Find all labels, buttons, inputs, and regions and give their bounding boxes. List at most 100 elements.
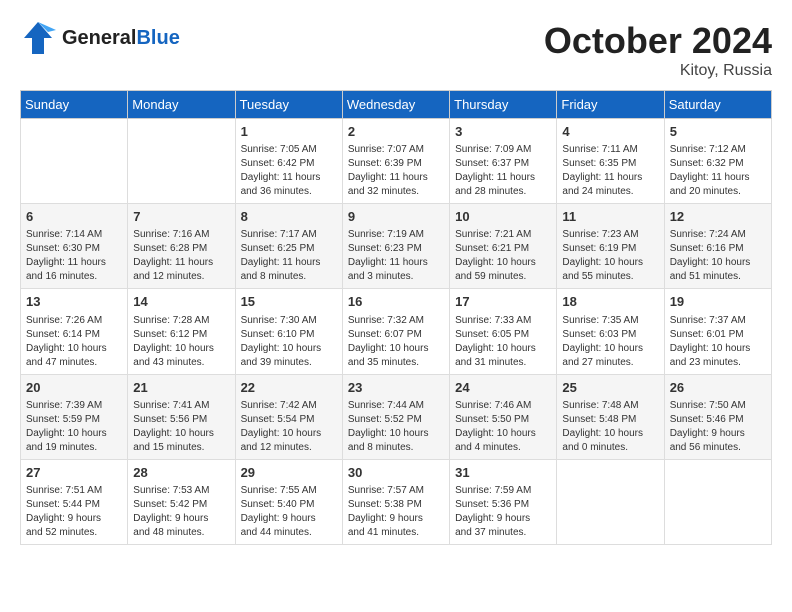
calendar-cell: 5 Sunrise: 7:12 AM Sunset: 6:32 PM Daylig… — [664, 119, 771, 204]
calendar-cell: 29Sunrise: 7:55 AM Sunset: 5:40 PM Dayli… — [235, 459, 342, 544]
calendar-cell: 30 Sunrise: 7:57 AM Sunset: 5:38 PM Dayli… — [342, 459, 449, 544]
calendar-cell — [664, 459, 771, 544]
logo-text-block: GeneralBlue — [62, 27, 180, 49]
calendar-cell — [128, 119, 235, 204]
calendar-cell: 1 Sunrise: 7:05 AM Sunset: 6:42 PM Daylig… — [235, 119, 342, 204]
day-number: 26 — [670, 379, 766, 397]
calendar-cell: 22Sunrise: 7:42 AM Sunset: 5:54 PM Dayli… — [235, 374, 342, 459]
day-number: 8 — [241, 208, 337, 226]
day-info: Sunrise: 7:39 AM Sunset: 5:59 PM Dayligh… — [26, 399, 122, 455]
day-info: Sunrise: 7:51 AM Sunset: 5:44 PM Dayligh… — [26, 484, 122, 540]
logo-general: GeneralBlue — [62, 27, 180, 49]
calendar-cell: 27 Sunrise: 7:51 AM Sunset: 5:44 PM Dayli… — [21, 459, 128, 544]
day-number: 21 — [133, 379, 229, 397]
week-row-5: 27 Sunrise: 7:51 AM Sunset: 5:44 PM Dayli… — [21, 459, 772, 544]
header-row: SundayMondayTuesdayWednesdayThursdayFrid… — [21, 91, 772, 119]
day-number: 31 — [455, 464, 551, 482]
day-number: 30 — [348, 464, 444, 482]
week-row-2: 6 Sunrise: 7:14 AM Sunset: 6:30 PM Daylig… — [21, 204, 772, 289]
day-info: Sunrise: 7:24 AM Sunset: 6:16 PM Dayligh… — [670, 228, 766, 284]
day-info: Sunrise: 7:50 AM Sunset: 5:46 PM Dayligh… — [670, 399, 766, 455]
day-header-monday: Monday — [128, 91, 235, 119]
day-number: 18 — [562, 293, 658, 311]
day-info: Sunrise: 7:17 AM Sunset: 6:25 PM Dayligh… — [241, 228, 337, 284]
day-number: 19 — [670, 293, 766, 311]
week-row-4: 20 Sunrise: 7:39 AM Sunset: 5:59 PM Dayli… — [21, 374, 772, 459]
day-number: 28 — [133, 464, 229, 482]
day-info: Sunrise: 7:19 AM Sunset: 6:23 PM Dayligh… — [348, 228, 444, 284]
day-number: 6 — [26, 208, 122, 226]
calendar-cell: 15 Sunrise: 7:30 AM Sunset: 6:10 PM Dayli… — [235, 289, 342, 374]
day-info: Sunrise: 7:14 AM Sunset: 6:30 PM Dayligh… — [26, 228, 122, 284]
calendar-cell: 9Sunrise: 7:19 AM Sunset: 6:23 PM Daylig… — [342, 204, 449, 289]
day-info: Sunrise: 7:35 AM Sunset: 6:03 PM Dayligh… — [562, 314, 658, 370]
day-info: Sunrise: 7:32 AM Sunset: 6:07 PM Dayligh… — [348, 314, 444, 370]
day-header-friday: Friday — [557, 91, 664, 119]
day-number: 20 — [26, 379, 122, 397]
day-info: Sunrise: 7:48 AM Sunset: 5:48 PM Dayligh… — [562, 399, 658, 455]
day-number: 7 — [133, 208, 229, 226]
day-info: Sunrise: 7:53 AM Sunset: 5:42 PM Dayligh… — [133, 484, 229, 540]
day-info: Sunrise: 7:12 AM Sunset: 6:32 PM Dayligh… — [670, 143, 766, 199]
calendar-cell: 2 Sunrise: 7:07 AM Sunset: 6:39 PM Daylig… — [342, 119, 449, 204]
day-number: 4 — [562, 123, 658, 141]
calendar-cell — [557, 459, 664, 544]
calendar-cell: 21 Sunrise: 7:41 AM Sunset: 5:56 PM Dayli… — [128, 374, 235, 459]
calendar-cell: 26 Sunrise: 7:50 AM Sunset: 5:46 PM Dayli… — [664, 374, 771, 459]
day-number: 5 — [670, 123, 766, 141]
day-number: 25 — [562, 379, 658, 397]
calendar-table: SundayMondayTuesdayWednesdayThursdayFrid… — [20, 90, 772, 545]
day-info: Sunrise: 7:30 AM Sunset: 6:10 PM Dayligh… — [241, 314, 337, 370]
calendar-cell: 23 Sunrise: 7:44 AM Sunset: 5:52 PM Dayli… — [342, 374, 449, 459]
day-number: 24 — [455, 379, 551, 397]
day-number: 23 — [348, 379, 444, 397]
calendar-cell: 7 Sunrise: 7:16 AM Sunset: 6:28 PM Daylig… — [128, 204, 235, 289]
day-number: 29 — [241, 464, 337, 482]
calendar-cell: 4Sunrise: 7:11 AM Sunset: 6:35 PM Daylig… — [557, 119, 664, 204]
day-info: Sunrise: 7:37 AM Sunset: 6:01 PM Dayligh… — [670, 314, 766, 370]
calendar-cell: 8 Sunrise: 7:17 AM Sunset: 6:25 PM Daylig… — [235, 204, 342, 289]
calendar-cell: 11 Sunrise: 7:23 AM Sunset: 6:19 PM Dayli… — [557, 204, 664, 289]
day-info: Sunrise: 7:16 AM Sunset: 6:28 PM Dayligh… — [133, 228, 229, 284]
day-header-thursday: Thursday — [450, 91, 557, 119]
day-number: 1 — [241, 123, 337, 141]
day-number: 14 — [133, 293, 229, 311]
calendar-cell: 16 Sunrise: 7:32 AM Sunset: 6:07 PM Dayli… — [342, 289, 449, 374]
day-number: 16 — [348, 293, 444, 311]
day-info: Sunrise: 7:09 AM Sunset: 6:37 PM Dayligh… — [455, 143, 551, 199]
day-number: 15 — [241, 293, 337, 311]
calendar-cell: 20 Sunrise: 7:39 AM Sunset: 5:59 PM Dayli… — [21, 374, 128, 459]
day-info: Sunrise: 7:21 AM Sunset: 6:21 PM Dayligh… — [455, 228, 551, 284]
calendar-cell: 13 Sunrise: 7:26 AM Sunset: 6:14 PM Dayli… — [21, 289, 128, 374]
day-info: Sunrise: 7:05 AM Sunset: 6:42 PM Dayligh… — [241, 143, 337, 199]
day-info: Sunrise: 7:57 AM Sunset: 5:38 PM Dayligh… — [348, 484, 444, 540]
calendar-cell: 24 Sunrise: 7:46 AM Sunset: 5:50 PM Dayli… — [450, 374, 557, 459]
calendar-cell: 18 Sunrise: 7:35 AM Sunset: 6:03 PM Dayli… — [557, 289, 664, 374]
day-number: 11 — [562, 208, 658, 226]
day-info: Sunrise: 7:59 AM Sunset: 5:36 PM Dayligh… — [455, 484, 551, 540]
day-info: Sunrise: 7:07 AM Sunset: 6:39 PM Dayligh… — [348, 143, 444, 199]
location-subtitle: Kitoy, Russia — [544, 62, 772, 80]
day-info: Sunrise: 7:46 AM Sunset: 5:50 PM Dayligh… — [455, 399, 551, 455]
title-block: October 2024 Kitoy, Russia — [544, 20, 772, 80]
month-year-title: October 2024 — [544, 20, 772, 62]
calendar-cell: 14Sunrise: 7:28 AM Sunset: 6:12 PM Dayli… — [128, 289, 235, 374]
day-number: 2 — [348, 123, 444, 141]
calendar-cell: 17Sunrise: 7:33 AM Sunset: 6:05 PM Dayli… — [450, 289, 557, 374]
day-info: Sunrise: 7:23 AM Sunset: 6:19 PM Dayligh… — [562, 228, 658, 284]
day-info: Sunrise: 7:44 AM Sunset: 5:52 PM Dayligh… — [348, 399, 444, 455]
page-header: GeneralBlue October 2024 Kitoy, Russia — [20, 20, 772, 80]
day-info: Sunrise: 7:26 AM Sunset: 6:14 PM Dayligh… — [26, 314, 122, 370]
day-number: 12 — [670, 208, 766, 226]
logo-icon — [20, 20, 56, 56]
calendar-cell: 3 Sunrise: 7:09 AM Sunset: 6:37 PM Daylig… — [450, 119, 557, 204]
day-number: 10 — [455, 208, 551, 226]
day-number: 3 — [455, 123, 551, 141]
calendar-cell — [21, 119, 128, 204]
calendar-cell: 25 Sunrise: 7:48 AM Sunset: 5:48 PM Dayli… — [557, 374, 664, 459]
day-header-tuesday: Tuesday — [235, 91, 342, 119]
day-number: 27 — [26, 464, 122, 482]
day-number: 13 — [26, 293, 122, 311]
logo: GeneralBlue — [20, 20, 180, 56]
day-info: Sunrise: 7:41 AM Sunset: 5:56 PM Dayligh… — [133, 399, 229, 455]
